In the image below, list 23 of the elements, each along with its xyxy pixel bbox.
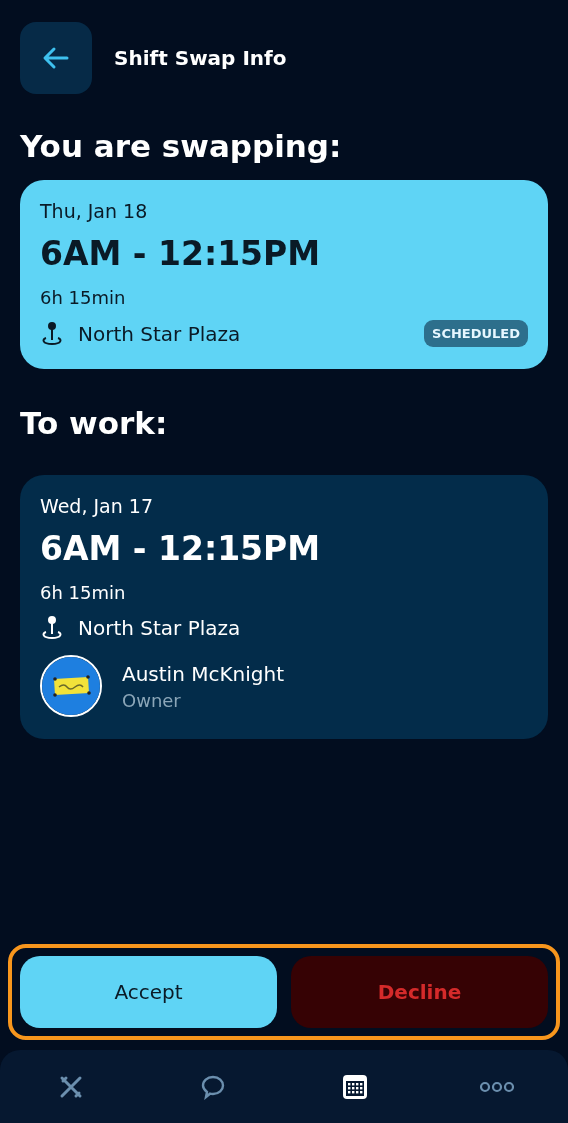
more-icon (480, 1080, 514, 1093)
shift-location: North Star Plaza (78, 321, 241, 346)
shift-duration: 6h 15min (40, 582, 127, 603)
calendar-icon (342, 1073, 368, 1100)
shift-duration: 6h 15min (40, 287, 127, 308)
back-arrow-icon (42, 46, 70, 70)
location-pin-icon (40, 615, 64, 641)
person-name: Austin McKnight (122, 661, 285, 686)
page-title: Shift Swap Info (114, 46, 287, 70)
shift-time: 6AM - 12:15PM (40, 529, 322, 568)
shift-date: Thu, Jan 18 (40, 200, 149, 222)
person-role: Owner (122, 689, 182, 711)
accept-button[interactable]: Accept (20, 956, 277, 1028)
back-button[interactable] (20, 22, 92, 94)
shift-location: North Star Plaza (78, 616, 241, 640)
shift-date: Wed, Jan 17 (40, 495, 154, 517)
location-pin-icon (40, 320, 64, 347)
shift-time: 6AM - 12:15PM (40, 234, 322, 273)
section-heading: To work: (19, 405, 169, 441)
decline-button[interactable]: Decline (291, 956, 548, 1028)
chat-bubble-icon (200, 1073, 226, 1100)
status-badge: SCHEDULED (424, 320, 528, 347)
section-heading: You are swapping: (19, 128, 343, 164)
